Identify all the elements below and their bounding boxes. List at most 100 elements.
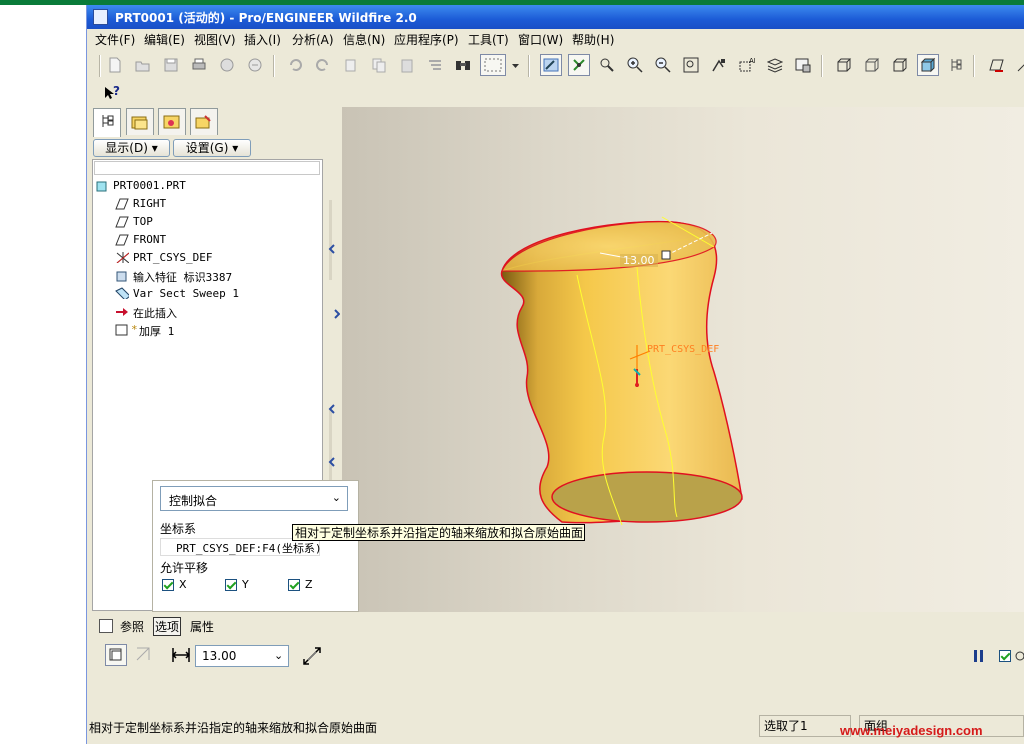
cut-icon[interactable] [340,54,362,76]
flip-direction-button[interactable] [302,646,322,666]
orient-icon[interactable] [596,54,618,76]
translation-heading: 允许平移 [160,561,209,575]
model-tree-tab-icon [102,115,114,127]
redo-icon[interactable] [312,54,334,76]
thickness-icon [171,646,191,664]
csys-icon [116,252,129,263]
translate-z-checkbox[interactable] [288,579,300,591]
remove-material-icon [136,647,150,661]
dashboard-collapse-icon[interactable] [99,619,113,633]
tab-model-tree[interactable] [93,108,121,137]
tab-favorites[interactable] [158,108,186,135]
menu-edit[interactable]: 编辑(E) [144,31,185,48]
print-icon[interactable] [188,54,210,76]
translate-y-label: Y [242,578,249,591]
menu-window[interactable]: 窗口(W) [518,31,563,48]
selection-count: 选取了1 [759,715,851,737]
tree-item-label: 在此插入 [133,307,177,320]
window-icon [93,9,108,25]
layers-icon[interactable] [764,54,786,76]
main-toolbar: AB [87,49,1024,83]
zoom-in-icon[interactable] [624,54,646,76]
menu-analysis[interactable]: 分析(A) [292,31,334,48]
undo-icon[interactable] [284,54,306,76]
wireframe-icon[interactable] [833,54,855,76]
context-help-button[interactable]: ? [104,84,126,102]
shading-icon[interactable] [917,54,939,76]
chevron-down-icon: ▾ [151,141,158,155]
model-tree-icon[interactable] [945,54,967,76]
tooltip: 相对于定制坐标系并沿指定的轴来缩放和拟合原始曲面 [292,524,585,541]
datum-axis-icon[interactable] [1013,54,1024,76]
tab-properties[interactable]: 属性 [190,618,214,635]
tree-item-label: 加厚 1 [139,325,175,338]
menu-insert[interactable]: 插入(I) [244,31,281,48]
dropdown-arrow-icon[interactable] [508,54,520,76]
datum-plane-icon [115,216,129,228]
settings-dropdown-button[interactable]: 设置(G) ▾ [173,139,251,157]
menu-file[interactable]: 文件(F) [95,31,135,48]
show-label: 显示(D) [105,141,148,155]
view-manager-icon[interactable] [708,54,730,76]
paste-special-icon[interactable] [424,54,446,76]
new-icon[interactable] [104,54,126,76]
tab-connections[interactable] [190,108,218,135]
hidden-line-icon[interactable] [861,54,883,76]
chevron-down-icon: ⌄ [331,491,341,504]
saved-views-icon[interactable]: AB [736,54,758,76]
datum-plane-icon [115,234,129,246]
menu-info[interactable]: 信息(N) [343,31,385,48]
paste-icon[interactable] [396,54,418,76]
zoom-out-icon[interactable] [652,54,674,76]
tab-references[interactable]: 参照 [120,618,144,635]
menu-bar: 文件(F) 编辑(E) 视图(V) 插入(I) 分析(A) 信息(N) 应用程序… [87,29,1024,49]
solid-thicken-button[interactable] [105,644,127,666]
save-icon[interactable] [160,54,182,76]
window-title: PRT0001 (活动的) - Pro/ENGINEER Wildfire 2.… [115,11,417,25]
watermark-text: www.meiyadesign.com [840,723,983,738]
fit-option-select[interactable]: 控制拟合 ⌄ [160,486,348,511]
translate-x-label: X [179,578,187,591]
view-manager2-icon[interactable] [792,54,814,76]
spin-center-icon[interactable] [568,54,590,76]
title-bar[interactable]: PRT0001 (活动的) - Pro/ENGINEER Wildfire 2.… [87,5,1024,29]
svg-text:AB: AB [749,57,755,65]
datum-plane-icon[interactable] [985,54,1007,76]
copy-icon[interactable] [368,54,390,76]
settings-label: 设置(G) [185,141,229,155]
part-icon [96,181,107,192]
open-icon[interactable] [132,54,154,76]
sweep-icon [115,287,129,299]
tree-item-label: Var Sect Sweep 1 [133,287,239,300]
select-box-icon[interactable] [480,54,506,76]
tree-item-label: PRT_CSYS_DEF [133,251,213,264]
menu-view[interactable]: 视图(V) [194,31,236,48]
remove-material-button[interactable] [133,644,155,666]
no-hidden-icon[interactable] [889,54,911,76]
dimension-value[interactable]: 13.00 [623,254,655,267]
csys-value: PRT_CSYS_DEF:F4(坐标系) [176,542,322,555]
pause-button[interactable] [972,648,986,664]
translate-y-checkbox[interactable] [225,579,237,591]
solid-icon [109,648,122,661]
menu-applications[interactable]: 应用程序(P) [394,31,459,48]
fit-option-value: 控制拟合 [169,494,218,508]
refit-icon[interactable] [680,54,702,76]
tab-folder-browser[interactable] [126,108,154,135]
menu-tools[interactable]: 工具(T) [468,31,509,48]
csys-heading: 坐标系 [160,522,197,536]
send-icon[interactable] [216,54,238,76]
thicken-icon [115,324,128,336]
thickness-input[interactable]: 13.00 ⌄ [195,645,289,667]
menu-help[interactable]: 帮助(H) [572,31,614,48]
tree-item-label: FRONT [133,233,167,246]
thickness-value: 13.00 [202,649,237,663]
regenerate-icon[interactable] [244,54,266,76]
find-icon[interactable] [452,54,474,76]
repaint-icon[interactable] [540,54,562,76]
tab-options[interactable]: 选项 [153,617,182,636]
translate-x-checkbox[interactable] [162,579,174,591]
preview-checkbox[interactable] [999,650,1011,662]
tree-item-label: TOP [133,215,153,228]
show-dropdown-button[interactable]: 显示(D) ▾ [93,139,170,157]
